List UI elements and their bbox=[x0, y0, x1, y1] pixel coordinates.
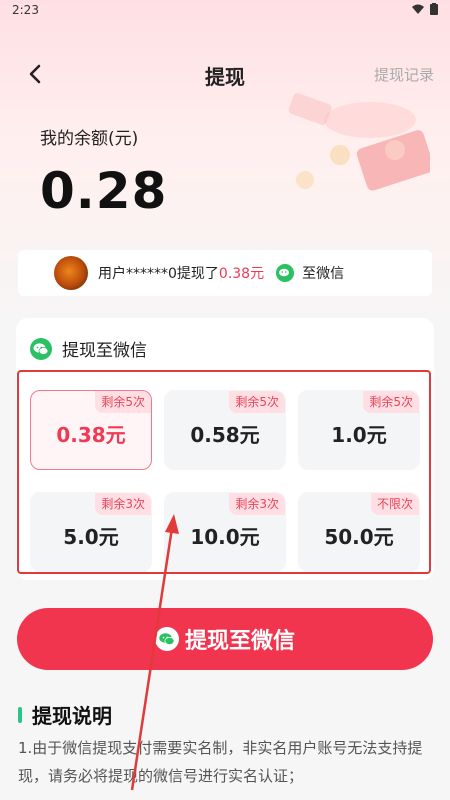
button-label: 提现至微信 bbox=[184, 629, 295, 654]
section-marker bbox=[18, 706, 22, 723]
wechat-icon bbox=[276, 264, 295, 282]
withdraw-records-link[interactable]: 提现记录 bbox=[374, 64, 434, 85]
battery-icon bbox=[430, 3, 438, 15]
wechat-icon bbox=[30, 337, 52, 360]
description-text: 1.由于微信提现支付需要实名制，非实名用户账号无法支持提现，请务必将提现的微信号… bbox=[18, 739, 423, 785]
status-time: 2:23 bbox=[12, 3, 39, 17]
wifi-icon bbox=[412, 4, 424, 14]
notice-text: 用户******0提现了 bbox=[98, 266, 219, 282]
card-title: 提现至微信 bbox=[62, 341, 147, 361]
withdraw-to-wechat-button[interactable]: 提现至微信 bbox=[17, 608, 433, 670]
balance-value: 0.28 bbox=[40, 162, 168, 220]
card-header: 提现至微信 bbox=[30, 336, 147, 361]
notice-destination: 至微信 bbox=[302, 266, 345, 282]
avatar bbox=[54, 256, 88, 290]
description-header: 提现说明 bbox=[18, 700, 112, 729]
notice-amount: 0.38元 bbox=[218, 266, 265, 282]
wechat-icon bbox=[154, 627, 179, 651]
description-title: 提现说明 bbox=[32, 704, 112, 728]
withdraw-notice-bar: 用户******0提现了 0.38元 至微信 bbox=[18, 250, 432, 296]
navigation-bar: 提现 提现记录 bbox=[0, 52, 450, 96]
red-envelope-decoration bbox=[288, 92, 430, 191]
status-icons bbox=[412, 3, 438, 15]
annotation-highlight-box bbox=[17, 370, 431, 574]
balance-label: 我的余额(元) bbox=[40, 129, 139, 149]
status-bar: 2:23 bbox=[0, 0, 450, 22]
